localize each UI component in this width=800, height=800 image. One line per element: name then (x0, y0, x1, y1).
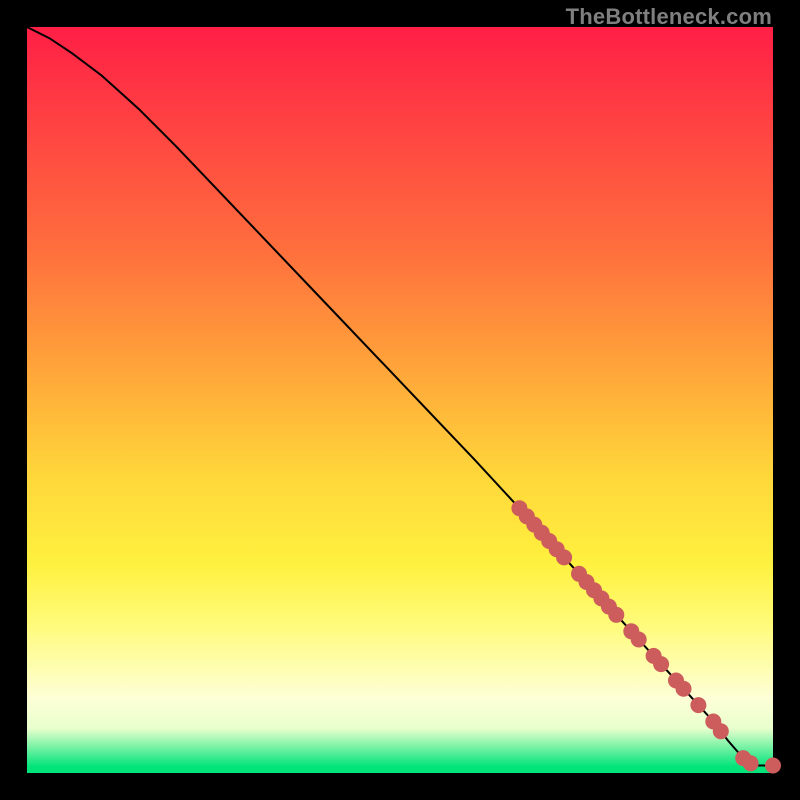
points-group (511, 500, 781, 773)
data-point (676, 681, 692, 697)
data-point (631, 632, 647, 648)
chart-stage: TheBottleneck.com (0, 0, 800, 800)
chart-svg (27, 27, 773, 773)
plot-area (27, 27, 773, 773)
data-point (690, 697, 706, 713)
data-point (743, 755, 759, 771)
data-point (653, 656, 669, 672)
data-point (608, 607, 624, 623)
data-point (556, 549, 572, 565)
data-point (765, 758, 781, 774)
data-point (713, 723, 729, 739)
